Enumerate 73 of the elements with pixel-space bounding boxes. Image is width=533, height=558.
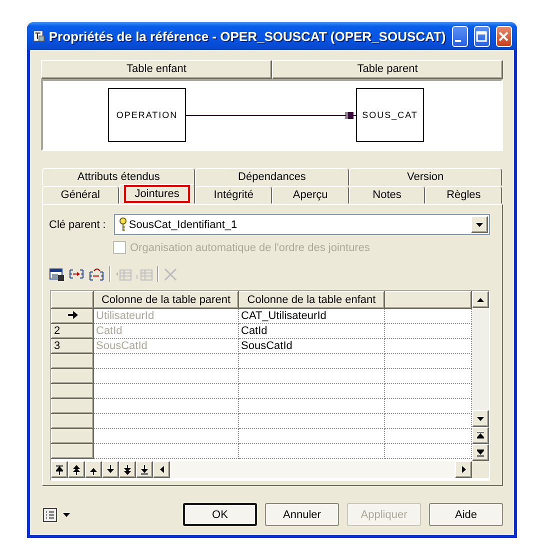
table-node[interactable]: OPERATION — [108, 88, 186, 142]
minimize-button[interactable] — [452, 26, 468, 46]
close-icon — [498, 30, 510, 42]
table-cell: SousCatId — [238, 338, 384, 354]
down-arrow-icon — [477, 416, 484, 420]
key-icon — [118, 217, 127, 232]
scroll-up-button[interactable] — [472, 291, 489, 308]
parent-key-dropdown[interactable]: SousCat_Identifiant_1 — [114, 214, 490, 235]
maximize-icon — [476, 30, 488, 42]
tab[interactable]: Règles — [425, 186, 502, 204]
move-up-button[interactable] — [85, 461, 102, 478]
column-header[interactable] — [384, 292, 472, 308]
move-top-icon — [56, 464, 63, 474]
insert-row-icon — [115, 266, 132, 282]
dialog-button[interactable]: OK — [183, 503, 257, 526]
column-header[interactable]: Table enfant — [41, 60, 272, 79]
row-header[interactable]: 3 — [52, 338, 94, 354]
current-row-arrow-icon — [68, 310, 78, 318]
tab[interactable]: Version — [348, 168, 502, 186]
window-icon — [33, 28, 45, 44]
scroll-right-button[interactable] — [455, 461, 472, 478]
move-page-up-icon — [73, 464, 80, 474]
maximize-button[interactable] — [474, 26, 490, 46]
table-cell: CatId — [238, 324, 384, 338]
right-arrow-icon — [462, 466, 466, 473]
table-cell: CAT_UtilisateurId — [238, 308, 384, 324]
tab[interactable]: Notes — [348, 186, 426, 204]
move-page-up-button[interactable] — [68, 461, 85, 478]
scroll-top-button[interactable] — [472, 427, 489, 444]
dropdown-arrow-icon — [476, 222, 483, 226]
dialog-button[interactable]: Annuler — [265, 503, 339, 526]
table-cell: SousCatId — [94, 338, 238, 354]
add-columns-icon — [49, 266, 65, 282]
left-arrow-icon — [160, 466, 164, 473]
window-title: Propriétés de la référence - OPER_SOUSCAT (OPER_SOUSCAT) — [48, 28, 446, 44]
move-top-button[interactable] — [51, 461, 68, 478]
add-row-icon — [136, 266, 153, 282]
bottom-arrow-icon — [477, 448, 484, 456]
move-down-button[interactable] — [102, 461, 119, 478]
tab[interactable]: Dépendances — [195, 168, 349, 186]
list-menu-icon — [43, 508, 57, 522]
tab[interactable]: Jointures — [118, 184, 196, 204]
move-page-down-icon — [124, 464, 131, 474]
scroll-bottom-button[interactable] — [472, 444, 489, 461]
move-bottom-button[interactable] — [136, 461, 153, 478]
table-cell: UtilisateurId — [94, 308, 238, 324]
tab[interactable]: Intégrité — [195, 186, 272, 204]
tab[interactable]: Général — [42, 186, 119, 204]
field-label: Clé parent : — [49, 218, 106, 230]
column-header[interactable]: Colonne de la table parent — [94, 292, 238, 308]
move-bottom-icon — [141, 464, 148, 474]
dropdown-caret-icon — [63, 512, 70, 516]
table-node[interactable]: SOUS_CAT — [356, 88, 424, 142]
dialog-button[interactable]: Aide — [429, 503, 503, 526]
move-down-icon — [107, 464, 114, 474]
scroll-left-button[interactable] — [153, 461, 170, 478]
table-cell: CatId — [94, 324, 238, 338]
minimize-icon — [454, 40, 461, 42]
tab[interactable]: Aperçu — [272, 186, 349, 204]
auto-join-icon — [89, 266, 105, 282]
row-header[interactable] — [52, 308, 94, 324]
delete-icon — [163, 266, 178, 282]
column-header[interactable]: Colonne de la table enfant — [238, 292, 384, 308]
top-arrow-icon — [477, 432, 484, 439]
up-arrow-icon — [477, 298, 484, 302]
scroll-down-button[interactable] — [472, 410, 489, 427]
join-icon — [69, 266, 85, 282]
column-header[interactable]: Table parent — [272, 60, 503, 79]
checkbox-label: Organisation automatique de l'ordre des jointures — [130, 242, 370, 254]
row-header[interactable]: 2 — [52, 324, 94, 338]
close-button[interactable] — [496, 26, 512, 46]
move-page-down-button[interactable] — [119, 461, 136, 478]
tab[interactable]: Attributs étendus — [42, 168, 196, 186]
